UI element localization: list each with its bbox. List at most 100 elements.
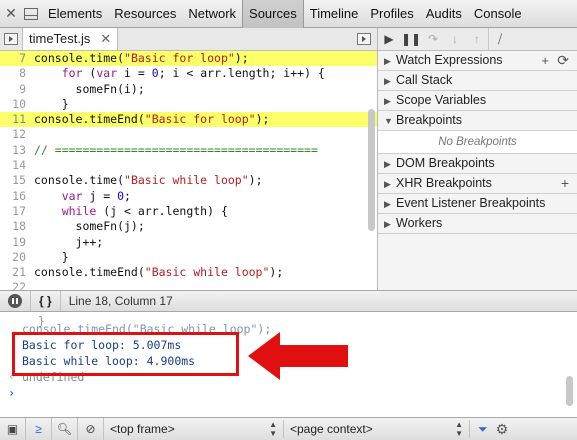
- close-tab-icon[interactable]: ✕: [100, 28, 111, 50]
- show-navigator-icon[interactable]: [4, 33, 18, 45]
- code-line[interactable]: 13// ===================================…: [0, 142, 377, 159]
- context-select[interactable]: <page context> ▲ ▼: [284, 420, 470, 438]
- clear-console-icon[interactable]: ⊘: [78, 418, 104, 440]
- add-icon[interactable]: +: [541, 51, 549, 70]
- line-number[interactable]: 18: [0, 219, 34, 235]
- code-line[interactable]: 11 console.timeEnd("Basic for loop");: [0, 112, 377, 128]
- code-line[interactable]: 12: [0, 127, 377, 143]
- line-number[interactable]: 7: [0, 51, 34, 67]
- code-line[interactable]: 22: [0, 280, 377, 290]
- code-line[interactable]: 7 console.time("Basic for loop");: [0, 51, 377, 67]
- line-number[interactable]: 20: [0, 249, 34, 266]
- step-out-icon[interactable]: ↑: [466, 28, 488, 50]
- gear-icon[interactable]: ⚙: [496, 421, 509, 438]
- code-token: j =: [82, 188, 118, 203]
- console-drawer[interactable]: } console.timeEnd("Basic while loop"); B…: [0, 312, 577, 417]
- code-line[interactable]: 9 someFn(i);: [0, 81, 377, 97]
- code-text: while (j < arr.length) {: [34, 204, 228, 219]
- console-scrollbar-thumb[interactable]: [566, 376, 573, 406]
- code-line[interactable]: 8 for (var i = 0; i < arr.length; i++) {: [0, 66, 377, 82]
- step-into-icon[interactable]: ↓: [444, 28, 466, 50]
- step-over-icon[interactable]: ↷: [422, 28, 444, 50]
- section-breakpoints[interactable]: ▼ Breakpoints: [378, 111, 577, 131]
- line-number[interactable]: 15: [0, 173, 34, 189]
- line-number[interactable]: 9: [0, 81, 34, 97]
- tab-console[interactable]: Console: [468, 0, 528, 28]
- pause-icon[interactable]: ❚❚: [400, 28, 422, 50]
- expanded-triangle-icon: ▼: [384, 116, 393, 126]
- code-token: }: [34, 96, 69, 111]
- collapsed-triangle-icon: ▶: [384, 199, 391, 209]
- code-line[interactable]: 15 console.time("Basic while loop");: [0, 173, 377, 189]
- deactivate-breakpoints-icon[interactable]: ⧸: [488, 28, 511, 50]
- code-token: i =: [117, 66, 152, 81]
- tab-timeline[interactable]: Timeline: [304, 0, 365, 28]
- section-xhr-breakpoints[interactable]: ▶ XHR Breakpoints +: [378, 174, 577, 194]
- code-line[interactable]: 17 while (j < arr.length) {: [0, 203, 377, 220]
- line-number[interactable]: 10: [0, 96, 34, 113]
- line-number[interactable]: 16: [0, 188, 34, 204]
- frame-select[interactable]: <top frame> ▲ ▼: [104, 420, 284, 438]
- close-devtools-icon[interactable]: ✕: [0, 5, 22, 22]
- line-number[interactable]: 8: [0, 66, 34, 82]
- code-line[interactable]: 14: [0, 158, 377, 174]
- updown-icon: ▲ ▼: [455, 420, 463, 438]
- code-line[interactable]: 16 var j = 0;: [0, 188, 377, 204]
- code-token: "Basic for loop": [124, 51, 235, 65]
- tab-network[interactable]: Network: [182, 0, 242, 28]
- code-line[interactable]: 20 }: [0, 249, 377, 266]
- code-text: someFn(j);: [34, 219, 145, 234]
- section-event-listener-breakpoints[interactable]: ▶ Event Listener Breakpoints: [378, 194, 577, 214]
- code-token: 0: [151, 66, 159, 81]
- resume-icon[interactable]: ▶: [378, 28, 400, 50]
- show-debugger-icon[interactable]: [357, 33, 371, 45]
- section-call-stack[interactable]: ▶ Call Stack: [378, 71, 577, 91]
- editor-scrollbar[interactable]: [368, 51, 375, 287]
- line-number[interactable]: 11: [0, 112, 34, 128]
- pause-on-exceptions-icon[interactable]: [8, 294, 22, 308]
- dock-toggle-icon[interactable]: [24, 7, 38, 20]
- section-watch-expressions[interactable]: ▶ Watch Expressions + ⟳: [378, 51, 577, 71]
- tab-audits[interactable]: Audits: [420, 0, 468, 28]
- editor-scrollbar-thumb[interactable]: [368, 109, 375, 231]
- code-line[interactable]: 10 }: [0, 96, 377, 113]
- code-line[interactable]: 21 console.timeEnd("Basic while loop");: [0, 265, 377, 281]
- source-editor-pane: timeTest.js ✕ 7 console.time("Basic for l…: [0, 28, 378, 290]
- filter-icon[interactable]: ⏷: [478, 422, 488, 437]
- code-line[interactable]: 18 someFn(j);: [0, 219, 377, 235]
- code-token: var: [96, 66, 118, 81]
- console-prompt[interactable]: ›: [8, 386, 15, 400]
- add-icon[interactable]: +: [561, 174, 569, 193]
- line-number[interactable]: 14: [0, 158, 34, 174]
- annotation-arrow-icon: [248, 332, 348, 380]
- dock-icon[interactable]: ▣: [0, 418, 26, 440]
- line-number[interactable]: 17: [0, 203, 34, 220]
- tab-profiles[interactable]: Profiles: [364, 0, 419, 28]
- line-number[interactable]: 21: [0, 265, 34, 281]
- section-scope-variables[interactable]: ▶ Scope Variables: [378, 91, 577, 111]
- code-editor[interactable]: 7 console.time("Basic for loop"); 8 for (v…: [0, 51, 377, 290]
- line-number[interactable]: 19: [0, 234, 34, 250]
- search-icon[interactable]: 🔍︎: [52, 418, 78, 440]
- code-token: );: [248, 173, 263, 188]
- tab-resources[interactable]: Resources: [108, 0, 182, 28]
- bottom-toolbar: ▣ ≥ 🔍︎ ⊘ <top frame> ▲ ▼ <page context> ▲…: [0, 417, 577, 440]
- section-workers[interactable]: ▶ Workers: [378, 214, 577, 234]
- tab-elements[interactable]: Elements: [42, 0, 108, 28]
- code-text: // =====================================…: [34, 143, 318, 158]
- code-token: var: [61, 188, 83, 203]
- file-tab[interactable]: timeTest.js ✕: [22, 28, 119, 50]
- no-breakpoints-message: No Breakpoints: [378, 131, 577, 154]
- line-number[interactable]: 13: [0, 142, 34, 159]
- console-drawer-icon[interactable]: ≥: [26, 418, 52, 440]
- line-number[interactable]: 22: [0, 280, 34, 290]
- tab-sources[interactable]: Sources: [242, 0, 304, 28]
- refresh-icon[interactable]: ⟳: [557, 51, 569, 70]
- pretty-print-button[interactable]: { }: [30, 291, 61, 311]
- code-token: // =====================================…: [34, 142, 318, 157]
- code-token: ; i < arr.length; i++) {: [158, 66, 325, 81]
- code-line[interactable]: 19 j++;: [0, 234, 377, 250]
- line-number[interactable]: 12: [0, 127, 34, 143]
- code-token: for: [61, 66, 83, 81]
- section-dom-breakpoints[interactable]: ▶ DOM Breakpoints: [378, 154, 577, 174]
